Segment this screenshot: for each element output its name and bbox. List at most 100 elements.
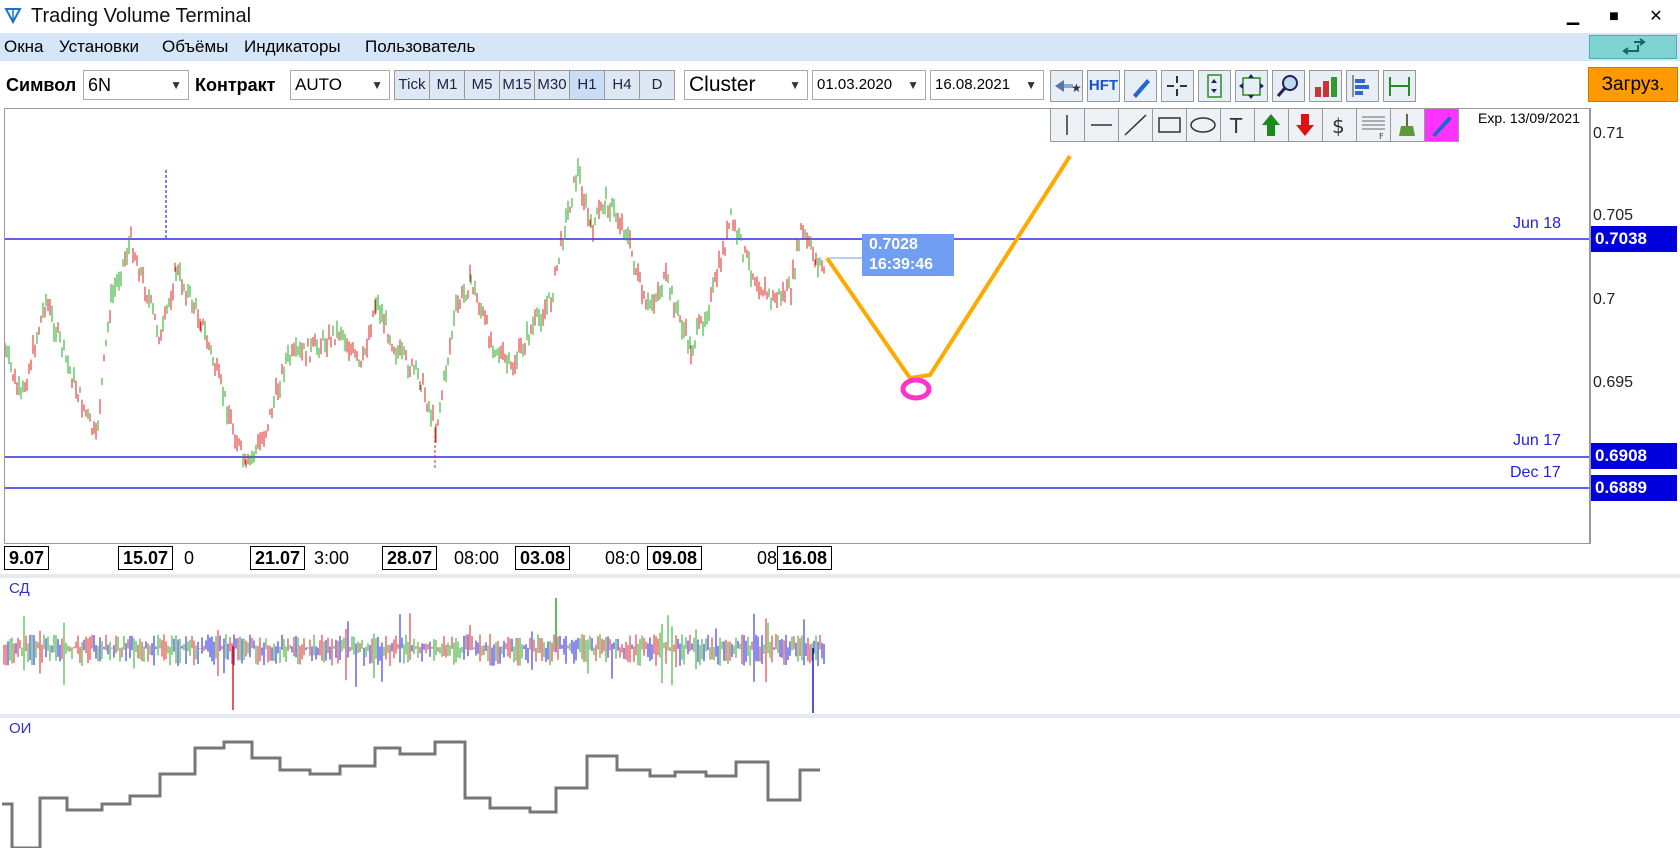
- minimize-button[interactable]: ▁: [1555, 4, 1591, 30]
- ellipse-icon: [1190, 117, 1216, 133]
- menu-volumes[interactable]: Объёмы: [162, 37, 228, 57]
- volume-bars-icon: [1315, 77, 1337, 97]
- sync-button[interactable]: [1589, 35, 1677, 59]
- toolbar: Символ 6N ▼ Контракт AUTO ▼ Tick M1 M5 M15…: [0, 64, 1680, 106]
- cursor-price: 0.7028: [869, 236, 918, 253]
- date-to-value: 16.08.2021: [935, 76, 1011, 93]
- star-arrow-button[interactable]: ★: [1050, 70, 1083, 102]
- trend-line-icon: [1124, 114, 1147, 136]
- menu-settings[interactable]: Установки: [59, 37, 139, 57]
- fibonacci-tool[interactable]: F: [1356, 108, 1391, 142]
- x-date-label: 16.08: [777, 546, 833, 570]
- chevron-down-icon: ▼: [170, 78, 182, 92]
- price-chart-canvas[interactable]: [4, 109, 1589, 543]
- vertical-scale-icon: [1207, 74, 1222, 98]
- crosshair-button[interactable]: [1161, 70, 1194, 102]
- red-down-arrow-icon: [1296, 114, 1314, 136]
- x-time-label: 08:0: [605, 548, 641, 568]
- text-icon: T: [1229, 114, 1243, 138]
- symbol-select[interactable]: 6N ▼: [83, 70, 189, 100]
- ytick-07: 0.7: [1593, 291, 1616, 308]
- arrow-star-icon: ★: [1055, 80, 1082, 95]
- x-time-label: 08:00: [454, 548, 500, 568]
- open-interest-panel[interactable]: ОИ: [0, 714, 1680, 850]
- svg-text:★: ★: [1071, 81, 1082, 95]
- tf-h4-button[interactable]: H4: [604, 70, 640, 100]
- pen-tool-button[interactable]: [1124, 70, 1157, 102]
- chevron-down-icon: ▼: [1025, 78, 1037, 92]
- tf-m5-button[interactable]: M5: [464, 70, 500, 100]
- pen-icon: [1133, 79, 1150, 98]
- trend-line-tool[interactable]: [1118, 108, 1153, 142]
- menu-user[interactable]: Пользователь: [365, 37, 475, 57]
- tf-h1-button[interactable]: H1: [569, 70, 605, 100]
- ytick-0705: 0.705: [1593, 207, 1634, 224]
- date-from-picker[interactable]: 01.03.2020 ▼: [812, 70, 926, 100]
- x-time-label: 0: [184, 548, 195, 568]
- chevron-down-icon: ▼: [789, 78, 801, 92]
- tf-tick-button[interactable]: Tick: [394, 70, 430, 100]
- profile-icon: [1352, 75, 1369, 97]
- chart-type-value: Cluster: [689, 73, 756, 96]
- sync-icon: [1622, 38, 1646, 55]
- text-tool[interactable]: T: [1220, 108, 1255, 142]
- zoom-button[interactable]: [1272, 70, 1305, 102]
- close-button[interactable]: ✕: [1638, 4, 1674, 30]
- contract-label: Контракт: [195, 75, 276, 95]
- time-axis[interactable]: 9.07 15.07 0 21.07 3:00 28.07 08:00 03.0…: [4, 544, 1680, 572]
- menu-bar: Окна Установки Объёмы Индикаторы Пользов…: [0, 33, 1680, 61]
- menu-indicators[interactable]: Индикаторы: [244, 37, 341, 57]
- hft-button[interactable]: HFT: [1087, 70, 1120, 102]
- contract-select[interactable]: AUTO ▼: [290, 70, 390, 100]
- ytick-0695: 0.695: [1593, 374, 1634, 391]
- drawing-toolbar: T $ F: [1050, 108, 1459, 142]
- range-button[interactable]: [1383, 70, 1416, 102]
- range-icon: [1389, 77, 1410, 96]
- tf-d-button[interactable]: D: [639, 70, 675, 100]
- level-name: Jun 17: [1513, 432, 1562, 449]
- chevron-down-icon: ▼: [371, 78, 383, 92]
- magnifier-icon: [1276, 75, 1298, 97]
- cursor-time: 16:39:46: [869, 256, 934, 273]
- chart-type-select[interactable]: Cluster ▼: [684, 70, 808, 100]
- volume-bars-button[interactable]: [1309, 70, 1342, 102]
- clear-drawings-tool[interactable]: [1390, 108, 1425, 142]
- brush-tool[interactable]: [1424, 108, 1459, 142]
- brush-icon: [1432, 116, 1452, 137]
- rectangle-tool[interactable]: [1152, 108, 1187, 142]
- chevron-down-icon: ▼: [907, 78, 919, 92]
- horizontal-line-tool[interactable]: [1084, 108, 1119, 142]
- fit-icon: [1239, 74, 1264, 99]
- buy-arrow-tool[interactable]: [1254, 108, 1289, 142]
- horizontal-line-icon: [1091, 124, 1112, 126]
- crosshair-icon: [1167, 76, 1187, 96]
- date-to-picker[interactable]: 16.08.2021 ▼: [930, 70, 1044, 100]
- menu-windows[interactable]: Окна: [4, 37, 44, 57]
- tf-m30-button[interactable]: M30: [534, 70, 570, 100]
- level-price-label: 0.6889: [1591, 475, 1677, 501]
- load-button[interactable]: Загруз.: [1588, 67, 1678, 102]
- x-date-label: 21.07: [250, 546, 306, 570]
- vertical-scale-button[interactable]: [1198, 70, 1231, 102]
- delta-panel-label: СД: [9, 580, 30, 597]
- price-chart[interactable]: [4, 108, 1590, 544]
- oi-panel-label: ОИ: [9, 720, 32, 737]
- target-scribble: [900, 377, 932, 401]
- sell-arrow-tool[interactable]: [1288, 108, 1323, 142]
- expiry-label: Exp. 13/09/2021: [1478, 110, 1580, 126]
- svg-text:T: T: [1229, 114, 1243, 138]
- level-price-label: 0.6908: [1591, 443, 1677, 469]
- price-label-tool[interactable]: $: [1322, 108, 1357, 142]
- vertical-line-tool[interactable]: [1050, 108, 1085, 142]
- delta-histogram: [3, 598, 825, 713]
- ellipse-tool[interactable]: [1186, 108, 1221, 142]
- contract-value: AUTO: [295, 75, 342, 94]
- delta-panel[interactable]: СД: [0, 574, 1680, 716]
- fit-button[interactable]: [1235, 70, 1268, 102]
- maximize-button[interactable]: ■: [1596, 4, 1632, 30]
- title-bar: Trading Volume Terminal ▁ ■ ✕: [0, 0, 1680, 33]
- timeframe-group: Tick M1 M5 M15 M30 H1 H4 D: [394, 70, 675, 100]
- profile-button[interactable]: [1346, 70, 1379, 102]
- tf-m1-button[interactable]: M1: [429, 70, 465, 100]
- tf-m15-button[interactable]: M15: [499, 70, 535, 100]
